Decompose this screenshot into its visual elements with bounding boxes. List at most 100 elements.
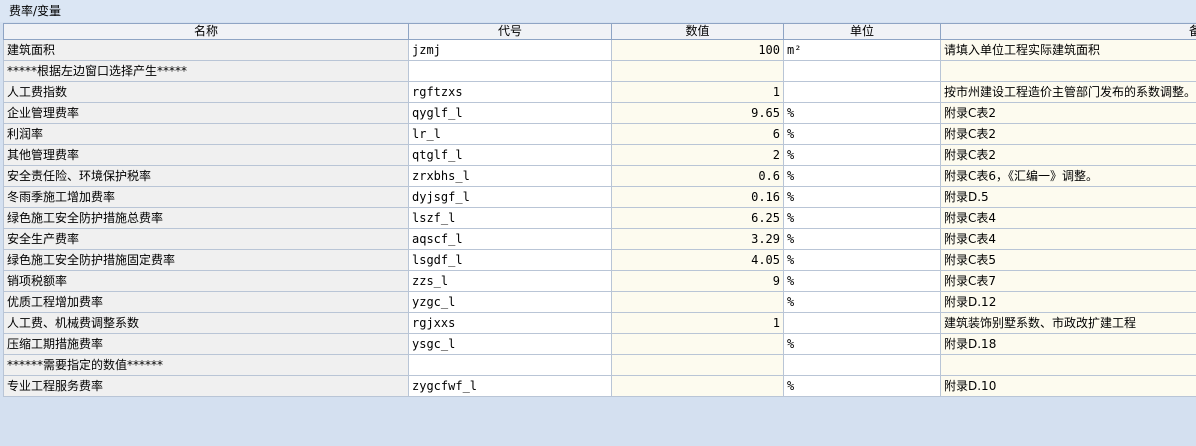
cell-note[interactable]: 附录C表2 <box>940 123 1196 145</box>
cell-code[interactable]: dyjsgf_l <box>408 186 612 208</box>
table-row[interactable]: 企业管理费率 qyglf_l 9.65% 附录C表2 <box>3 102 1196 124</box>
table-row[interactable]: 冬雨季施工增加费率 dyjsgf_l 0.16% 附录D.5 <box>3 186 1196 208</box>
cell-value[interactable]: 6.25 <box>611 207 784 229</box>
cell-code[interactable]: rgjxxs <box>408 312 612 334</box>
cell-value[interactable] <box>611 333 784 355</box>
cell-code[interactable]: lsgdf_l <box>408 249 612 271</box>
cell-unit[interactable]: % <box>783 165 941 187</box>
cell-value[interactable]: 1 <box>611 81 784 103</box>
table-row[interactable]: 绿色施工安全防护措施总费率 lszf_l 6.25% 附录C表4 <box>3 207 1196 229</box>
cell-value[interactable] <box>611 60 784 82</box>
cell-note[interactable] <box>940 354 1196 376</box>
cell-code[interactable]: zzs_l <box>408 270 612 292</box>
cell-note[interactable]: 附录C表7 <box>940 270 1196 292</box>
cell-name[interactable]: *****根据左边窗口选择产生***** <box>3 60 409 82</box>
column-header-unit[interactable]: 单位 <box>783 23 941 40</box>
cell-name[interactable]: 利润率 <box>3 123 409 145</box>
cell-code[interactable]: qyglf_l <box>408 102 612 124</box>
cell-note[interactable]: 附录D.18 <box>940 333 1196 355</box>
cell-unit[interactable]: % <box>783 270 941 292</box>
cell-note[interactable]: 附录D.10 <box>940 375 1196 397</box>
cell-code[interactable]: lszf_l <box>408 207 612 229</box>
cell-code[interactable]: zrxbhs_l <box>408 165 612 187</box>
table-row[interactable]: 压缩工期措施费率 ysgc_l% 附录D.18 <box>3 333 1196 355</box>
cell-name[interactable]: 压缩工期措施费率 <box>3 333 409 355</box>
cell-value[interactable]: 9.65 <box>611 102 784 124</box>
cell-unit[interactable]: % <box>783 375 941 397</box>
table-row[interactable]: *****根据左边窗口选择产生***** <box>3 60 1196 82</box>
cell-name[interactable]: 其他管理费率 <box>3 144 409 166</box>
column-header-code[interactable]: 代号 <box>408 23 612 40</box>
cell-value[interactable]: 3.29 <box>611 228 784 250</box>
cell-name[interactable]: 优质工程增加费率 <box>3 291 409 313</box>
cell-value[interactable] <box>611 291 784 313</box>
table-row[interactable]: 利润率 lr_l 6% 附录C表2 <box>3 123 1196 145</box>
cell-note[interactable]: 附录C表4 <box>940 207 1196 229</box>
cell-note[interactable]: 附录C表2 <box>940 144 1196 166</box>
cell-name[interactable]: 安全生产费率 <box>3 228 409 250</box>
cell-value[interactable]: 9 <box>611 270 784 292</box>
table-row[interactable]: 专业工程服务费率 zygcfwf_l% 附录D.10 <box>3 375 1196 397</box>
cell-unit[interactable]: % <box>783 291 941 313</box>
table-row[interactable]: 安全责任险、环境保护税率 zrxbhs_l 0.6% 附录C表6，《汇编一》调整。 <box>3 165 1196 187</box>
cell-note[interactable]: 建筑装饰别墅系数、市政改扩建工程 <box>940 312 1196 334</box>
cell-note[interactable]: 附录C表2 <box>940 102 1196 124</box>
cell-value[interactable]: 0.6 <box>611 165 784 187</box>
cell-value[interactable]: 100 <box>611 39 784 61</box>
cell-unit[interactable]: % <box>783 123 941 145</box>
cell-unit[interactable] <box>783 60 941 82</box>
cell-note[interactable]: 请填入单位工程实际建筑面积 <box>940 39 1196 61</box>
cell-unit[interactable]: % <box>783 228 941 250</box>
cell-unit[interactable]: % <box>783 249 941 271</box>
cell-code[interactable] <box>408 60 612 82</box>
cell-unit[interactable] <box>783 81 941 103</box>
cell-unit[interactable]: % <box>783 102 941 124</box>
cell-note[interactable]: 附录C表6，《汇编一》调整。 <box>940 165 1196 187</box>
cell-unit[interactable] <box>783 354 941 376</box>
cell-code[interactable]: zygcfwf_l <box>408 375 612 397</box>
cell-name[interactable]: 绿色施工安全防护措施固定费率 <box>3 249 409 271</box>
cell-value[interactable] <box>611 375 784 397</box>
cell-code[interactable]: rgftzxs <box>408 81 612 103</box>
table-row[interactable]: 人工费指数 rgftzxs 1 按市州建设工程造价主管部门发布的系数调整。 <box>3 81 1196 103</box>
cell-name[interactable]: 企业管理费率 <box>3 102 409 124</box>
cell-value[interactable] <box>611 354 784 376</box>
cell-value[interactable]: 4.05 <box>611 249 784 271</box>
cell-note[interactable] <box>940 60 1196 82</box>
cell-name[interactable]: 建筑面积 <box>3 39 409 61</box>
table-row[interactable]: 销项税额率 zzs_l 9% 附录C表7 <box>3 270 1196 292</box>
cell-code[interactable]: qtglf_l <box>408 144 612 166</box>
cell-name[interactable]: 销项税额率 <box>3 270 409 292</box>
cell-unit[interactable] <box>783 312 941 334</box>
cell-code[interactable]: jzmj <box>408 39 612 61</box>
cell-code[interactable]: lr_l <box>408 123 612 145</box>
cell-note[interactable]: 附录D.5 <box>940 186 1196 208</box>
table-row[interactable]: 绿色施工安全防护措施固定费率 lsgdf_l 4.05% 附录C表5 <box>3 249 1196 271</box>
cell-unit[interactable]: % <box>783 333 941 355</box>
table-row[interactable]: ******需要指定的数值****** <box>3 354 1196 376</box>
cell-name[interactable]: 安全责任险、环境保护税率 <box>3 165 409 187</box>
cell-code[interactable]: yzgc_l <box>408 291 612 313</box>
cell-value[interactable]: 6 <box>611 123 784 145</box>
cell-unit[interactable]: m² <box>783 39 941 61</box>
cell-note[interactable]: 按市州建设工程造价主管部门发布的系数调整。 <box>940 81 1196 103</box>
cell-code[interactable]: ysgc_l <box>408 333 612 355</box>
cell-name[interactable]: 绿色施工安全防护措施总费率 <box>3 207 409 229</box>
cell-note[interactable]: 附录D.12 <box>940 291 1196 313</box>
cell-value[interactable]: 1 <box>611 312 784 334</box>
table-row[interactable]: 建筑面积 jzmj 100 m² 请填入单位工程实际建筑面积 <box>3 39 1196 61</box>
column-header-note[interactable]: 备注 <box>940 23 1196 40</box>
cell-name[interactable]: ******需要指定的数值****** <box>3 354 409 376</box>
cell-code[interactable] <box>408 354 612 376</box>
cell-unit[interactable]: % <box>783 186 941 208</box>
cell-note[interactable]: 附录C表5 <box>940 249 1196 271</box>
cell-name[interactable]: 人工费、机械费调整系数 <box>3 312 409 334</box>
cell-value[interactable]: 2 <box>611 144 784 166</box>
table-row[interactable]: 优质工程增加费率 yzgc_l% 附录D.12 <box>3 291 1196 313</box>
column-header-name[interactable]: 名称 <box>3 23 409 40</box>
column-header-value[interactable]: 数值 <box>611 23 784 40</box>
table-row[interactable]: 其他管理费率 qtglf_l 2% 附录C表2 <box>3 144 1196 166</box>
cell-note[interactable]: 附录C表4 <box>940 228 1196 250</box>
cell-name[interactable]: 人工费指数 <box>3 81 409 103</box>
cell-name[interactable]: 专业工程服务费率 <box>3 375 409 397</box>
